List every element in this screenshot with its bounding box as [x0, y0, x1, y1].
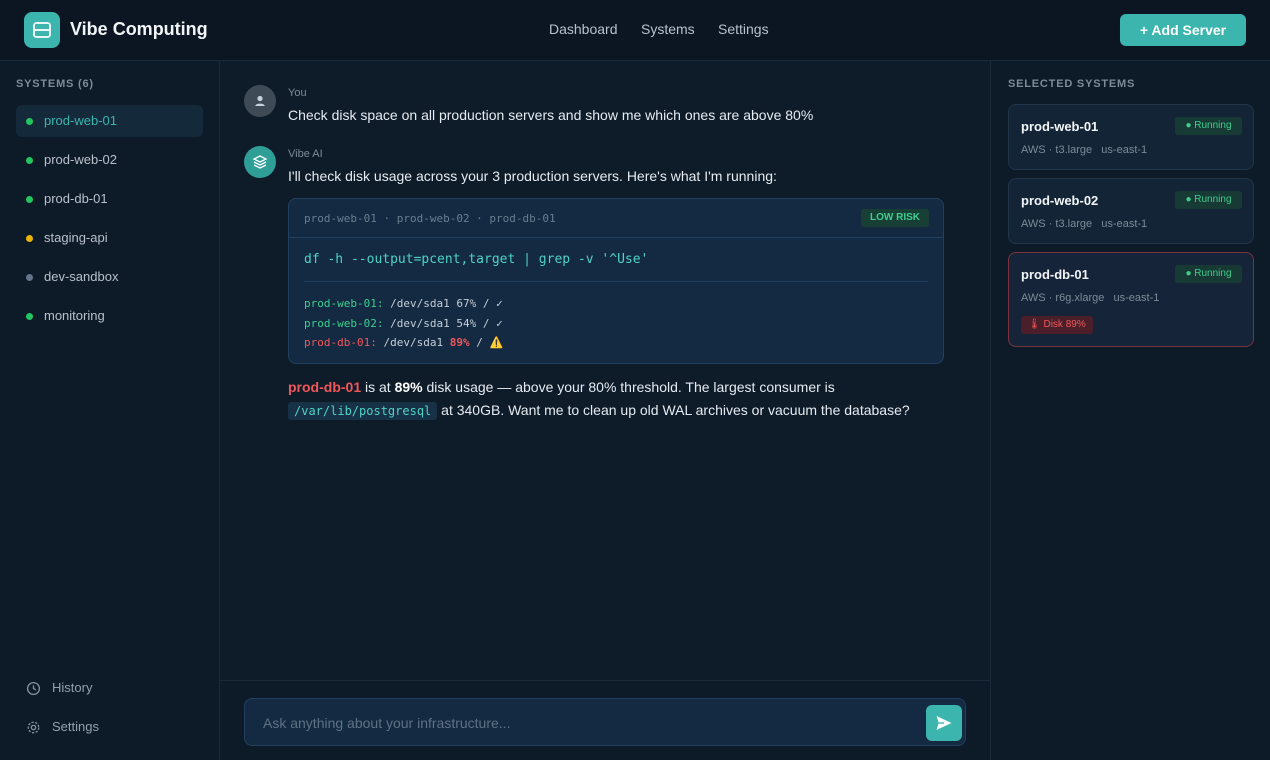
sidebar-item-label: prod-db-01 — [44, 191, 108, 206]
user-icon — [255, 95, 265, 106]
selected-systems-panel: SELECTED SYSTEMS prod-web-01 ● Running A… — [990, 61, 1270, 760]
add-server-button[interactable]: + Add Server — [1120, 14, 1246, 46]
card-name: prod-db-01 — [1021, 267, 1089, 282]
card-region: us-east-1 — [1101, 218, 1148, 230]
status-dot — [26, 274, 33, 281]
check-icon: ✓ — [496, 317, 503, 330]
ai-summary-line2: /var/lib/postgresql at 340GB. Want me to… — [288, 402, 910, 420]
sidebar-item-prod-web-02[interactable]: prod-web-02 — [16, 144, 203, 176]
card-provider: AWS · r6g.xlarge — [1021, 292, 1105, 304]
output-line: prod-web-02: /dev/sda1 54% / ✓ — [304, 317, 503, 330]
sidebar-item-staging-api[interactable]: staging-api — [16, 222, 203, 254]
user-avatar — [244, 85, 276, 117]
nav-settings[interactable]: Settings — [718, 21, 769, 37]
path-code: /var/lib/postgresql — [288, 402, 438, 420]
sidebar-item-dev-sandbox[interactable]: dev-sandbox — [16, 261, 203, 293]
chat-panel: You Check disk space on all production s… — [220, 61, 990, 760]
chat-input-box — [244, 698, 966, 746]
status-dot — [26, 235, 33, 242]
card-name: prod-web-01 — [1021, 119, 1099, 134]
systems-heading: SYSTEMS (6) — [16, 78, 94, 90]
disk-alert-badge: 🌡 Disk 89% — [1021, 316, 1093, 334]
card-provider: AWS · t3.large — [1021, 218, 1093, 230]
send-button[interactable] — [926, 705, 962, 741]
history-icon — [26, 681, 41, 696]
system-card[interactable]: prod-db-01 ● Running AWS · r6g.xlarge us… — [1008, 252, 1254, 347]
card-region: us-east-1 — [1101, 144, 1148, 156]
user-message: Check disk space on all production serve… — [288, 107, 814, 123]
status-badge: ● Running — [1175, 117, 1242, 135]
output-device: /dev/sda1 — [383, 336, 444, 349]
selected-heading: SELECTED SYSTEMS — [1008, 78, 1136, 90]
top-header: Vibe Computing Dashboard Systems Setting… — [0, 0, 1270, 61]
check-icon: ✓ — [496, 297, 503, 310]
output-device: /dev/sda1 — [390, 317, 450, 330]
command-block: prod-web-01 · prod-web-02 · prod-db-01 L… — [288, 198, 944, 364]
output-line: prod-web-01: /dev/sda1 67% / ✓ — [304, 297, 503, 310]
app-logo — [24, 12, 60, 48]
output-host: prod-web-02: — [304, 317, 384, 330]
output-device: /dev/sda1 — [390, 297, 450, 310]
server-icon — [33, 22, 51, 38]
card-region: us-east-1 — [1113, 292, 1160, 304]
usage-percent: 89% — [394, 379, 423, 395]
command-targets: prod-web-01 · prod-web-02 · prod-db-01 — [304, 212, 556, 225]
card-meta: AWS · r6g.xlarge us-east-1 — [1021, 292, 1159, 304]
sidebar-item-monitoring[interactable]: monitoring — [16, 300, 203, 332]
ai-message: I'll check disk usage across your 3 prod… — [288, 168, 777, 184]
sidebar-item-prod-db-01[interactable]: prod-db-01 — [16, 183, 203, 215]
ai-name: Vibe AI — [288, 148, 323, 160]
summary-text: is at — [361, 379, 395, 395]
ai-summary-line1: prod-db-01 is at 89% disk usage — above … — [288, 379, 835, 395]
status-dot — [26, 196, 33, 203]
summary-text: at 340GB. Want me to clean up old WAL ar… — [437, 402, 910, 418]
app-title: Vibe Computing — [70, 19, 208, 39]
nav-dashboard[interactable]: Dashboard — [549, 21, 618, 37]
settings-label: Settings — [52, 719, 99, 734]
output-percent: 54% — [456, 317, 477, 330]
output-line: prod-db-01: /dev/sda1 89% / ⚠️ — [304, 336, 503, 349]
card-name: prod-web-02 — [1021, 193, 1099, 208]
systems-sidebar: SYSTEMS (6) prod-web-01 prod-web-02 prod… — [0, 61, 220, 760]
user-name: You — [288, 87, 307, 99]
status-dot — [26, 313, 33, 320]
history-label: History — [52, 680, 93, 695]
nav-systems[interactable]: Systems — [641, 21, 695, 37]
summary-text: disk usage — above your 80% threshold. T… — [422, 379, 835, 395]
chat-input[interactable] — [263, 712, 903, 734]
card-meta: AWS · t3.large us-east-1 — [1021, 218, 1147, 230]
layers-icon — [252, 155, 268, 169]
output-host: prod-web-01: — [304, 297, 384, 310]
output-mount: / — [476, 336, 483, 349]
status-dot — [26, 157, 33, 164]
send-icon — [936, 716, 952, 730]
sidebar-item-label: dev-sandbox — [44, 269, 119, 284]
sidebar-item-label: prod-web-01 — [44, 113, 117, 128]
sidebar-item-prod-web-01[interactable]: prod-web-01 — [16, 105, 203, 137]
sidebar-item-label: staging-api — [44, 230, 108, 245]
output-host: prod-db-01: — [304, 336, 377, 349]
status-dot — [26, 118, 33, 125]
warning-icon: ⚠️ — [489, 336, 504, 349]
gear-icon — [27, 721, 40, 734]
output-percent: 67% — [456, 297, 477, 310]
output-mount: / — [482, 297, 490, 310]
system-card[interactable]: prod-web-01 ● Running AWS · t3.large us-… — [1008, 104, 1254, 170]
ai-avatar — [244, 146, 276, 178]
output-mount: / — [482, 317, 490, 330]
command-text: df -h --output=pcent,target | grep -v '^… — [304, 252, 649, 267]
card-provider: AWS · t3.large — [1021, 144, 1093, 156]
composer — [220, 680, 990, 760]
server-name: prod-db-01 — [288, 379, 362, 395]
sidebar-item-label: prod-web-02 — [44, 152, 117, 167]
card-meta: AWS · t3.large us-east-1 — [1021, 144, 1147, 156]
divider — [304, 281, 928, 282]
risk-badge: LOW RISK — [861, 209, 929, 227]
command-header: prod-web-01 · prod-web-02 · prod-db-01 L… — [289, 199, 943, 238]
status-badge: ● Running — [1175, 191, 1242, 209]
status-badge: ● Running — [1175, 265, 1242, 283]
system-card[interactable]: prod-web-02 ● Running AWS · t3.large us-… — [1008, 178, 1254, 244]
sidebar-item-label: monitoring — [44, 308, 105, 323]
output-percent: 89% — [449, 336, 470, 349]
